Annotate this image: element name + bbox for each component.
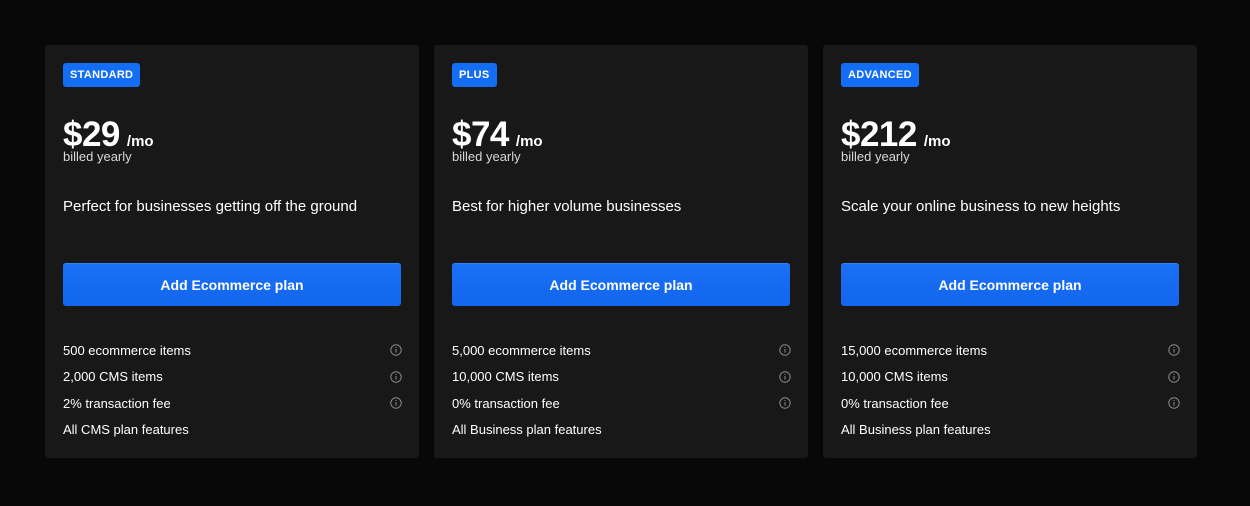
info-circle-icon[interactable] (390, 397, 402, 409)
feature-text: 0% transaction fee (452, 395, 560, 411)
feature-text: 10,000 CMS items (452, 369, 559, 385)
feature-item: 500 ecommerce items (63, 337, 402, 364)
plan-card-plus: PLUS $74 /mo billed yearly Best for high… (434, 45, 808, 458)
price-period: /mo (923, 133, 951, 150)
feature-item: All Business plan features (452, 417, 791, 444)
billing-note: billed yearly (63, 149, 132, 164)
feature-list: 5,000 ecommerce items 10,000 CMS items 0… (452, 337, 791, 443)
feature-item: All CMS plan features (63, 417, 402, 444)
feature-text: 15,000 ecommerce items (841, 342, 987, 358)
info-circle-icon[interactable] (779, 397, 791, 409)
feature-item: 0% transaction fee (452, 390, 791, 417)
feature-item: 2,000 CMS items (63, 364, 402, 391)
plan-description: Scale your online business to new height… (841, 198, 1121, 215)
info-circle-icon[interactable] (1168, 371, 1180, 383)
billing-note: billed yearly (452, 149, 521, 164)
feature-item: 10,000 CMS items (452, 364, 791, 391)
info-circle-icon[interactable] (779, 344, 791, 356)
feature-item: 0% transaction fee (841, 390, 1180, 417)
plan-description: Best for higher volume businesses (452, 198, 682, 215)
feature-item: 5,000 ecommerce items (452, 337, 791, 364)
feature-text: All CMS plan features (63, 422, 189, 438)
feature-item: 10,000 CMS items (841, 364, 1180, 391)
plan-badge: PLUS (452, 63, 497, 87)
info-circle-icon[interactable] (390, 344, 402, 356)
pricing-cards: STANDARD $29 /mo billed yearly Perfect f… (45, 45, 1197, 458)
price-period: /mo (515, 133, 543, 150)
plan-card-advanced: ADVANCED $212 /mo billed yearly Scale yo… (823, 45, 1197, 458)
plan-badge: ADVANCED (841, 63, 919, 87)
add-ecommerce-plan-button[interactable]: Add Ecommerce plan (452, 263, 790, 306)
info-circle-icon[interactable] (390, 371, 402, 383)
add-ecommerce-plan-button[interactable]: Add Ecommerce plan (841, 263, 1179, 306)
feature-text: 2% transaction fee (63, 395, 171, 411)
add-ecommerce-plan-button[interactable]: Add Ecommerce plan (63, 263, 401, 306)
info-circle-icon[interactable] (1168, 397, 1180, 409)
feature-text: All Business plan features (841, 422, 991, 438)
plan-card-standard: STANDARD $29 /mo billed yearly Perfect f… (45, 45, 419, 458)
plan-badge: STANDARD (63, 63, 141, 87)
feature-text: 5,000 ecommerce items (452, 342, 591, 358)
info-circle-icon[interactable] (1168, 344, 1180, 356)
billing-note: billed yearly (841, 149, 910, 164)
feature-list: 15,000 ecommerce items 10,000 CMS items … (841, 337, 1180, 443)
feature-text: 10,000 CMS items (841, 369, 948, 385)
feature-text: 0% transaction fee (841, 395, 949, 411)
feature-item: 2% transaction fee (63, 390, 402, 417)
feature-item: All Business plan features (841, 417, 1180, 444)
info-circle-icon[interactable] (779, 371, 791, 383)
feature-text: 2,000 CMS items (63, 369, 163, 385)
feature-text: All Business plan features (452, 422, 602, 438)
price-period: /mo (126, 133, 154, 150)
plan-description: Perfect for businesses getting off the g… (63, 198, 358, 215)
feature-item: 15,000 ecommerce items (841, 337, 1180, 364)
feature-list: 500 ecommerce items 2,000 CMS items 2% t… (63, 337, 402, 443)
feature-text: 500 ecommerce items (63, 342, 191, 358)
